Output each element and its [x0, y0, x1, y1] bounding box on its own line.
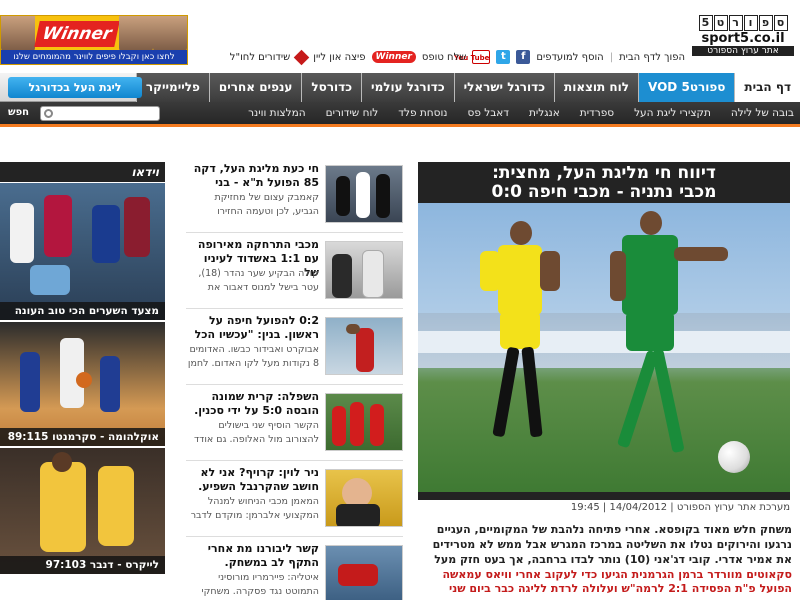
- news-thumbnail[interactable]: [325, 393, 403, 451]
- logo-letter: פ: [758, 15, 773, 31]
- player-green: [610, 211, 730, 481]
- send-form-link[interactable]: שלח טופס: [422, 52, 466, 63]
- football-ball: [718, 441, 750, 473]
- video-thumbnail[interactable]: אוקלהומה - סקרמנטו 89:115: [0, 322, 165, 446]
- ad-board: [418, 331, 790, 353]
- live-league-button[interactable]: ליגת העל בכדורגל: [8, 77, 142, 98]
- homepage-link[interactable]: הפוך לדף הבית: [619, 52, 685, 63]
- search-input[interactable]: [40, 106, 160, 121]
- news-title[interactable]: ניר לוין: קרויף? אני לא חושב שהקרנבל השפ…: [186, 466, 319, 494]
- nav-home[interactable]: דף הבית: [734, 73, 800, 102]
- video-thumbnail[interactable]: לייקרס - דנבר 97:103: [0, 448, 165, 574]
- winner-logo: Winner: [34, 21, 120, 47]
- logo-letter: 5: [698, 15, 713, 31]
- news-title[interactable]: קשר ליבורנו מת אחרי התקף לב במשחק.: [186, 542, 319, 570]
- news-item[interactable]: השפלה: קרית שמונה הובסה 5:0 על ידי סכנין…: [186, 390, 403, 465]
- divider: [186, 384, 403, 385]
- winner-link[interactable]: Winner: [371, 51, 416, 63]
- facebook-icon[interactable]: f: [516, 50, 531, 64]
- news-item[interactable]: מכבי התרחקה מאירופה עם 1:1 באשדוד לעיניו…: [186, 238, 403, 313]
- news-item[interactable]: 0:2 להפועל חיפה על ראשון. בנין: "עכשיו ה…: [186, 314, 403, 389]
- subnav-item[interactable]: נוסחת פלד: [398, 102, 447, 124]
- nav-israeli-football[interactable]: כדורגל ישראלי: [453, 73, 555, 102]
- logo-letter: ו: [743, 15, 758, 31]
- subnav-item[interactable]: דאבל פס: [468, 102, 510, 124]
- sub-nav: בובה של לילה תקצירי ליגת העל ספרדית אנגל…: [0, 102, 800, 127]
- video-caption[interactable]: מצעד השערים הכי טוב העונה: [0, 302, 165, 320]
- divider: [186, 308, 403, 309]
- nav-results[interactable]: לוח תוצאות: [554, 73, 639, 102]
- nav-playmaker[interactable]: פליימייקר: [135, 73, 209, 102]
- logo-letters: ס פ ו ר ט 5: [692, 15, 794, 31]
- search-button[interactable]: חפש: [8, 102, 29, 124]
- divider: [186, 536, 403, 537]
- news-summary: קולה הבקיע שער נהדר (18), עטר בישל למנוס…: [198, 268, 319, 293]
- winner-ad-banner[interactable]: Winner לחצו כאן וקבלו פיפים לווינר מהמומ…: [0, 15, 188, 65]
- hero-photo[interactable]: [418, 203, 790, 492]
- news-summary: המאמן מכבי הניחוש למנהל המקצועי אלברמן: …: [190, 496, 319, 521]
- hero-title[interactable]: דיווח חי מליגת העל, מחצית: מכבי נתניה - …: [426, 164, 782, 202]
- divider: [186, 460, 403, 461]
- news-item[interactable]: חי כעת מליגת העל, דקה 85 הפועל ת"א - בני…: [186, 162, 403, 237]
- news-summary: קאמבק עצום של מחזיקת הגביע, לכן וטעמה הח…: [214, 192, 320, 217]
- video-caption[interactable]: לייקרס - דנבר 97:103: [0, 556, 165, 574]
- main-nav: דף הבית ספורט5 VOD לוח תוצאות כדורגל ישר…: [0, 73, 800, 102]
- news-title[interactable]: השפלה: קרית שמונה הובסה 5:0 על ידי סכנין…: [186, 390, 319, 418]
- news-item[interactable]: ניר לוין: קרויף? אני לא חושב שהקרנבל השפ…: [186, 466, 403, 541]
- news-item[interactable]: קשר ליבורנו מת אחרי התקף לב במשחק. איטלי…: [186, 542, 403, 600]
- logo-letter: ר: [728, 15, 743, 31]
- site-logo[interactable]: ס פ ו ר ט 5 sport5.co.il אתר ערוץ הספורט: [692, 15, 794, 63]
- top-links-bar: הפוך לדף הבית | הוסף למועדפים f t You Tu…: [230, 48, 685, 66]
- youtube-icon[interactable]: You Tube: [454, 50, 491, 64]
- news-summary: הקשר הוסיף שני בישולים להצורוב מול האלופ…: [193, 420, 319, 445]
- pizza-link[interactable]: פיצה און ליין: [313, 52, 365, 63]
- news-summary: אבוקרט ואבידור כבשו. האדומים 8 נקודות מע…: [187, 344, 319, 369]
- subnav-item[interactable]: בובה של לילה: [731, 102, 794, 124]
- ad-strip-text: לחצו כאן וקבלו פיפים לווינר מהמומחים שלנ…: [1, 50, 187, 64]
- favorites-link[interactable]: הוסף למועדפים: [536, 52, 603, 63]
- hero-bullet-list: סקאוטים מוורדר ברמן הגרמנית הגיעו כדי לע…: [418, 568, 793, 596]
- news-thumbnail[interactable]: [325, 317, 403, 375]
- nav-basketball[interactable]: כדורסל: [301, 73, 362, 102]
- hero-title-line: מכבי נתניה - מכבי חיפה 0:0: [491, 182, 717, 202]
- hero-bullet-link[interactable]: הפועל פ"ת הפסידה 2:1 לרמה"ש ועלולה לרדת …: [418, 582, 792, 596]
- ad-person-image: [1, 16, 35, 52]
- hero-bullet-link[interactable]: סקאוטים מוורדר ברמן הגרמנית הגיעו כדי לע…: [418, 568, 793, 582]
- nav-vod[interactable]: ספורט5 VOD: [638, 73, 735, 102]
- subnav-item[interactable]: אנגלית: [529, 102, 560, 124]
- nav-other-sports[interactable]: ענפים אחרים: [208, 73, 302, 102]
- news-title[interactable]: חי כעת מליגת העל, דקה 85 הפועל ת"א - בני: [186, 162, 319, 190]
- logo-tagline: אתר ערוץ הספורט: [692, 46, 794, 56]
- broadcasts-link[interactable]: שידורים לחו"ל: [230, 52, 290, 63]
- video-thumbnail[interactable]: מצעד השערים הכי טוב העונה: [0, 183, 165, 320]
- news-summary: איטליה: פיירמריו מורוסיני התמוטט נגד פסק…: [201, 572, 319, 597]
- logo-domain: sport5.co.il: [701, 31, 785, 46]
- separator: |: [609, 51, 614, 63]
- player-yellow: [480, 221, 570, 471]
- news-thumbnail[interactable]: [325, 545, 403, 600]
- news-thumbnail[interactable]: [325, 469, 403, 527]
- twitter-icon[interactable]: t: [496, 50, 511, 64]
- hero-body-text: משחק חלש מאוד בקופסא. אחרי פתיחה נלהבת ש…: [432, 523, 792, 566]
- ad-person-image: [153, 16, 187, 52]
- hero-meta: מערכת אתר ערוץ הספורט | 14/04/2012 | 19:…: [570, 502, 790, 513]
- news-thumbnail[interactable]: [325, 165, 403, 223]
- news-title[interactable]: 0:2 להפועל חיפה על ראשון. בנין: "עכשיו ה…: [186, 314, 319, 342]
- pizza-icon: [293, 49, 310, 65]
- subnav-item[interactable]: תקצירי ליגת העל: [634, 102, 711, 124]
- news-thumbnail[interactable]: [325, 241, 403, 299]
- hero-story[interactable]: דיווח חי מליגת העל, מחצית: מכבי נתניה - …: [418, 162, 790, 500]
- logo-letter: ס: [773, 15, 788, 31]
- subnav-item[interactable]: ספרדית: [580, 102, 614, 124]
- search-icon: [44, 109, 53, 118]
- hero-title-line: דיווח חי מליגת העל, מחצית:: [492, 163, 716, 183]
- subnav-item[interactable]: לוח שידורים: [326, 102, 379, 124]
- subnav-item[interactable]: המלצות ווינר: [248, 102, 306, 124]
- video-section-header[interactable]: וידאו: [0, 162, 165, 182]
- divider: [186, 232, 403, 233]
- ad-person-image: [119, 16, 153, 52]
- logo-letter: ט: [713, 15, 728, 31]
- video-caption[interactable]: אוקלהומה - סקרמנטו 89:115: [0, 428, 165, 446]
- nav-world-football[interactable]: כדורגל עולמי: [361, 73, 454, 102]
